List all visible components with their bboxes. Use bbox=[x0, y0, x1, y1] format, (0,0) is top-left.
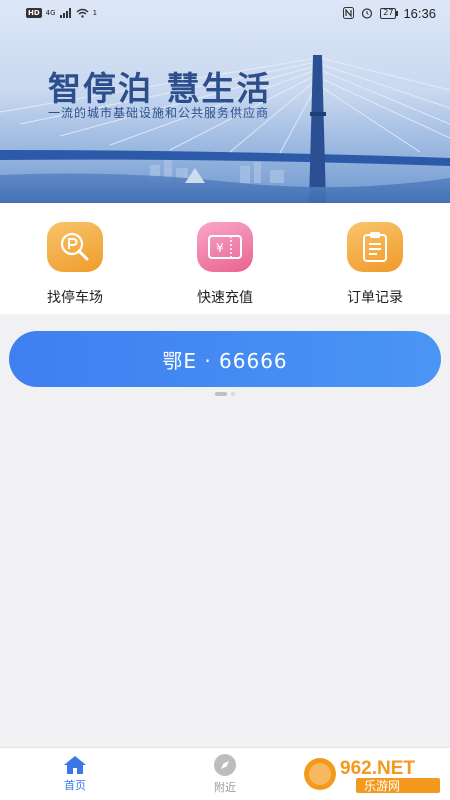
compass-icon bbox=[214, 754, 236, 776]
status-left: HD 4G 1 bbox=[26, 8, 97, 18]
clock: 16:36 bbox=[403, 5, 436, 21]
quick-actions: 找停车场 ¥ 快速充值 订单记录 bbox=[0, 203, 450, 314]
find-parking-button[interactable]: 找停车场 bbox=[0, 203, 150, 314]
parking-search-icon bbox=[47, 222, 103, 272]
order-records-button[interactable]: 订单记录 bbox=[300, 203, 450, 314]
nfc-icon bbox=[343, 7, 355, 19]
find-parking-label: 找停车场 bbox=[47, 290, 103, 306]
hd-icon: HD bbox=[26, 8, 42, 18]
site-watermark: 962.NET 乐游网 bbox=[302, 750, 444, 796]
watermark-sub: 乐游网 bbox=[364, 779, 400, 793]
wifi-icon bbox=[76, 8, 89, 18]
quick-recharge-label: 快速充值 bbox=[197, 290, 253, 306]
hero-banner[interactable]: 智停泊 慧生活 一流的城市基础设施和公共服务供应商 bbox=[0, 0, 450, 203]
pager-dot-active bbox=[215, 392, 227, 396]
battery-icon: 27 bbox=[380, 7, 397, 19]
order-records-label: 订单记录 bbox=[347, 290, 403, 306]
nav-home[interactable]: 首页 bbox=[0, 748, 150, 800]
home-icon bbox=[64, 756, 86, 774]
battery-level: 27 bbox=[383, 8, 394, 17]
nav-nearby[interactable]: 附近 bbox=[150, 748, 300, 800]
nav-home-label: 首页 bbox=[64, 779, 86, 792]
order-clipboard-icon bbox=[347, 222, 403, 272]
quick-recharge-button[interactable]: ¥ 快速充值 bbox=[150, 203, 300, 314]
network-type: 4G bbox=[45, 8, 56, 17]
nav-nearby-label: 附近 bbox=[214, 781, 236, 794]
status-right: 27 16:36 bbox=[343, 6, 436, 21]
recharge-ticket-icon: ¥ bbox=[197, 222, 253, 272]
pager-dot bbox=[231, 392, 235, 396]
status-bar: HD 4G 1 27 16:36 bbox=[0, 0, 450, 26]
wifi-sub: 1 bbox=[92, 8, 98, 17]
pager-dots bbox=[0, 392, 450, 396]
license-plate-button[interactable]: 鄂E · 66666 bbox=[9, 331, 441, 387]
watermark-brand: 962.NET bbox=[340, 758, 415, 779]
alarm-icon bbox=[362, 8, 373, 19]
license-plate-label: 鄂E · 66666 bbox=[162, 348, 288, 373]
banner-title: 智停泊 慧生活 bbox=[48, 69, 272, 108]
banner-subtitle: 一流的城市基础设施和公共服务供应商 bbox=[48, 106, 270, 120]
svg-text:¥: ¥ bbox=[216, 241, 224, 255]
signal-icon bbox=[59, 8, 71, 18]
